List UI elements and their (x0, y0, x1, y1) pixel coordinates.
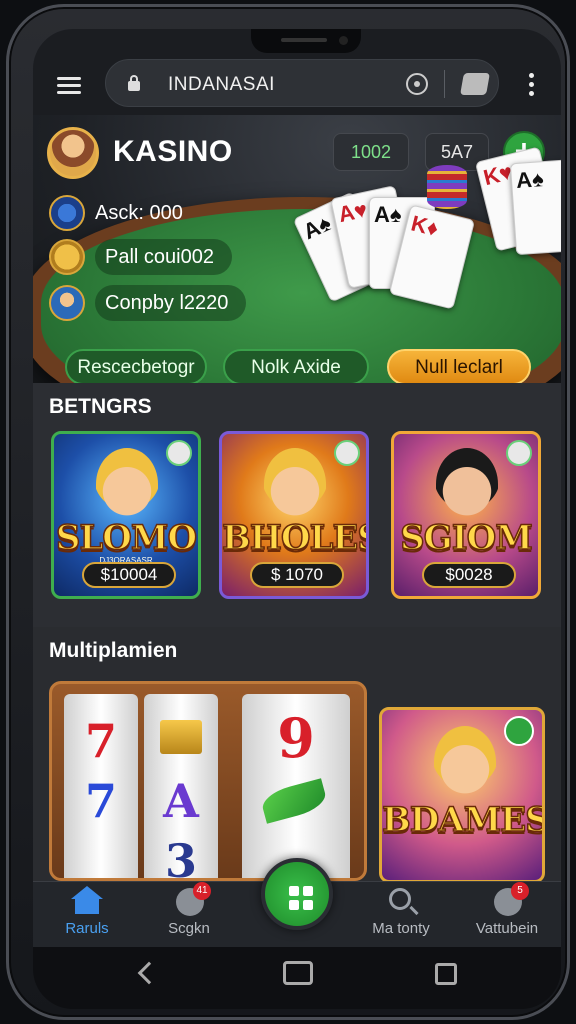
coin-icon (49, 239, 85, 275)
badge-icon (506, 440, 532, 466)
phone-frame: INDANASAI KASINO 1002 5A7 + Asck: 000 Pa… (6, 4, 570, 1020)
balance-chip[interactable]: 1002 (333, 133, 409, 171)
stat-row[interactable]: Conpby l2220 (49, 285, 247, 321)
reel-symbol: 9 (277, 706, 315, 770)
notification-badge: 5 (511, 882, 529, 900)
home-icon (71, 886, 103, 916)
avatar[interactable] (47, 127, 99, 179)
system-nav-bar (33, 947, 561, 1009)
playing-cards: A♠ A♥ A♠ K♦ K♥ A♠ (289, 146, 561, 321)
reel-symbol: A (163, 774, 199, 828)
game-title: BHOLES (222, 517, 369, 559)
lock-icon (128, 75, 140, 91)
nav-label: Scgkn (168, 920, 210, 937)
character-image (96, 448, 158, 520)
recent-apps-icon[interactable] (435, 963, 457, 985)
grid-icon (289, 886, 313, 910)
search-icon (385, 888, 417, 916)
browser-bar: INDANASAI (33, 57, 561, 115)
character-image (434, 726, 496, 798)
game-price: $10004 (82, 562, 176, 588)
slot-reel: 7 7 (64, 694, 138, 878)
bottom-nav: Raruls 41 Scgkn Ma tonty 5 Vattubein (33, 858, 561, 947)
notification-badge: 41 (193, 882, 211, 900)
section-title: Multiplamien (49, 639, 178, 662)
slot-reel: 9 (242, 694, 350, 878)
chip-stack-icon (427, 165, 467, 209)
camera-icon (339, 36, 348, 45)
hero-banner: KASINO 1002 5A7 + Asck: 000 Pall coui002… (33, 115, 561, 383)
game-card[interactable]: SLOMO DJ3ORASASR $10004 (51, 431, 201, 599)
badge-icon (166, 440, 192, 466)
stat-row[interactable]: Pall coui002 (49, 239, 232, 275)
page-title: KASINO (113, 135, 233, 168)
action-button[interactable]: Nolk Axide (223, 349, 369, 383)
more-menu-icon[interactable] (529, 73, 535, 99)
nav-item-profile[interactable]: 41 Scgkn (139, 882, 239, 937)
reel-symbol: 7 (84, 774, 117, 828)
character-image (436, 448, 498, 520)
leaf-icon (259, 778, 329, 824)
tabs-icon[interactable] (460, 73, 490, 95)
back-icon[interactable] (137, 961, 161, 985)
slot-reel: A 3 (144, 694, 218, 881)
badge-icon (334, 440, 360, 466)
game-card[interactable]: SGIOM $0028 (391, 431, 541, 599)
character-image (264, 448, 326, 520)
gem-icon (49, 195, 85, 231)
url-text: INDANASAI (168, 74, 275, 95)
multiplayer-section: Multiplamien 7 7 A 3 9 BDAMES (33, 627, 561, 883)
action-button[interactable]: Rescecbetogr (65, 349, 207, 383)
game-title: SLOMO (55, 517, 198, 559)
game-price: $0028 (422, 562, 516, 588)
section-title: BETNGRS (49, 395, 152, 418)
slot-machine[interactable]: 7 7 A 3 9 (49, 681, 367, 881)
stat-label: Conpby l2220 (95, 285, 247, 321)
player-avatar-icon (49, 285, 85, 321)
gold-bars-icon (160, 720, 202, 754)
url-bar[interactable]: INDANASAI (105, 59, 499, 107)
notch (251, 29, 361, 53)
nav-item-search[interactable]: Ma tonty (351, 888, 451, 937)
featured-game-title: BDAMES (382, 799, 545, 841)
game-title: SGIOM (399, 517, 533, 559)
game-card[interactable]: BHOLES $ 1070 (219, 431, 369, 599)
menu-grid-button[interactable] (261, 858, 333, 930)
screen: INDANASAI KASINO 1002 5A7 + Asck: 000 Pa… (33, 29, 561, 1009)
home-button-icon[interactable] (283, 961, 313, 985)
reel-symbol: 3 (164, 834, 197, 881)
nav-item-home[interactable]: Raruls (37, 886, 137, 937)
card-icon: A♠ (509, 158, 561, 256)
user-icon: 41 (173, 882, 211, 916)
betting-section: BETNGRS SLOMO DJ3ORASASR $10004 BHOLES $… (33, 383, 561, 627)
nav-label: Raruls (65, 920, 109, 937)
badge-icon (504, 716, 534, 746)
primary-action-button[interactable]: Null leclarl (387, 349, 531, 383)
download-icon: 5 (491, 882, 529, 916)
stat-label: Asck: 000 (95, 202, 183, 224)
featured-game-card[interactable]: BDAMES (379, 707, 545, 883)
stat-label: Pall coui002 (95, 239, 232, 275)
reload-icon[interactable] (406, 73, 428, 95)
nav-label: Ma tonty (372, 920, 430, 937)
nav-label: Vattubein (475, 920, 539, 937)
url-divider (444, 70, 445, 98)
stat-row: Asck: 000 (49, 195, 183, 231)
nav-item-download[interactable]: 5 Vattubein (457, 882, 557, 937)
menu-icon[interactable] (57, 77, 81, 95)
reel-symbol: 7 (84, 714, 117, 768)
game-price: $ 1070 (250, 562, 344, 588)
